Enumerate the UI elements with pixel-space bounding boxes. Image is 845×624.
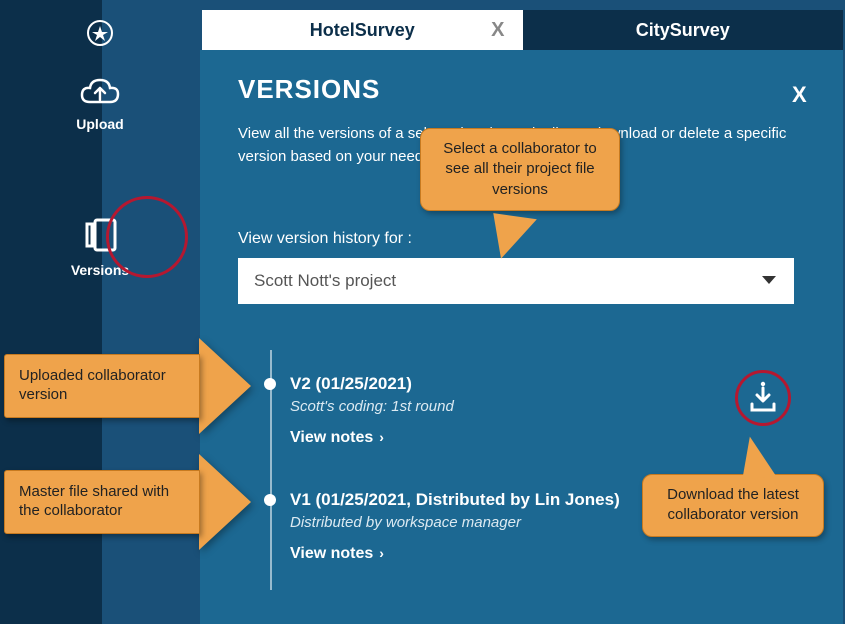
tooltip-download-latest: Download the latest collaborator version [642,474,824,537]
panel-close-button[interactable]: X [792,82,807,108]
nav-upload-label: Upload [0,116,200,132]
version-subtitle: Distributed by workspace manager [290,514,620,531]
callout-text: Master file shared with the collaborator [19,483,185,521]
tooltip-select-collaborator: Select a collaborator to see all their p… [420,128,620,211]
tab-citysurvey[interactable]: CitySurvey [523,10,844,50]
view-notes-link[interactable]: View notes› [290,429,454,447]
tooltip-tail-icon [738,434,776,479]
download-button[interactable] [746,380,780,414]
panel-title: VERSIONS [238,74,818,105]
upload-cloud-icon [80,78,120,112]
nav-versions[interactable]: Versions [0,196,200,278]
version-subtitle: Scott's coding: 1st round [290,398,454,415]
tooltip-tail-icon [487,213,537,263]
collaborator-dropdown[interactable]: Scott Nott's project [238,258,794,304]
timeline-dot-icon [264,494,276,506]
nav-versions-label: Versions [0,262,200,278]
nav-star[interactable] [0,18,200,48]
chevron-right-icon: › [379,429,384,445]
versions-icon [77,214,123,258]
download-icon [746,380,780,414]
timeline-item-v1: V1 (01/25/2021, Distributed by Lin Jones… [264,490,620,563]
version-title: V1 (01/25/2021, Distributed by Lin Jones… [290,490,620,510]
tooltip-text: Select a collaborator to see all their p… [443,140,596,198]
callout-text: Uploaded collaborator version [19,367,185,405]
star-icon [85,18,115,48]
tab-hotelsurvey[interactable]: HotelSurvey X [202,10,523,50]
timeline-item-v2: V2 (01/25/2021) Scott's coding: 1st roun… [264,374,454,447]
dropdown-value: Scott Nott's project [254,271,396,291]
version-title: V2 (01/25/2021) [290,374,454,394]
nav-upload[interactable]: Upload [0,78,200,132]
tab-close-icon[interactable]: X [491,19,504,42]
callout-uploaded-version: Uploaded collaborator version [4,354,251,418]
view-notes-link[interactable]: View notes› [290,545,620,563]
chevron-down-icon [762,276,776,284]
tab-label: HotelSurvey [310,20,415,41]
tooltip-text: Download the latest collaborator version [667,486,799,523]
chevron-right-icon: › [379,545,384,561]
tab-label: CitySurvey [636,20,730,41]
app-frame: Upload Versions HotelSurvey X CitySurvey… [0,0,845,624]
arrow-right-icon [199,454,251,550]
tabs-bar: HotelSurvey X CitySurvey [202,10,843,50]
timeline-dot-icon [264,378,276,390]
callout-master-file: Master file shared with the collaborator [4,470,251,534]
arrow-right-icon [199,338,251,434]
